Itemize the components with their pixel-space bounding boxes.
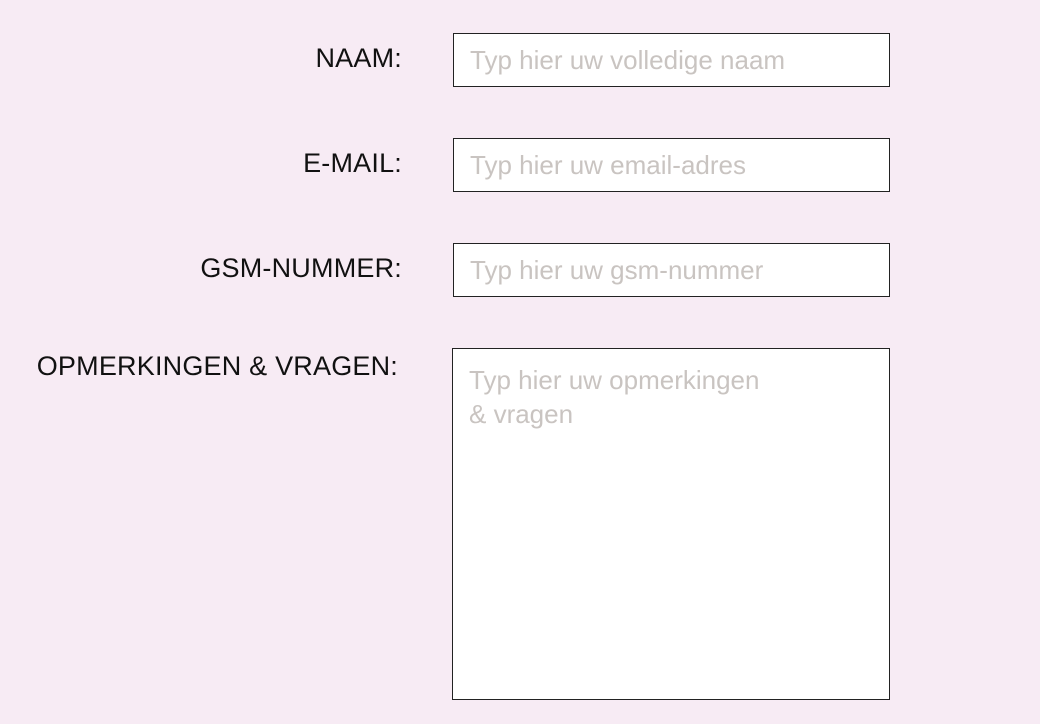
phone-label: GSM-NUMMER:	[200, 253, 402, 283]
remarks-label: OPMERKINGEN & VRAGEN:	[36, 351, 398, 381]
name-input[interactable]	[453, 33, 890, 87]
contact-form: NAAM: E-MAIL: GSM-NUMMER: OPMERKINGEN & …	[0, 0, 1040, 724]
remarks-textarea[interactable]	[452, 348, 890, 700]
email-label: E-MAIL:	[303, 148, 402, 178]
phone-input[interactable]	[453, 243, 890, 297]
email-input[interactable]	[453, 138, 890, 192]
name-label: NAAM:	[315, 43, 402, 73]
